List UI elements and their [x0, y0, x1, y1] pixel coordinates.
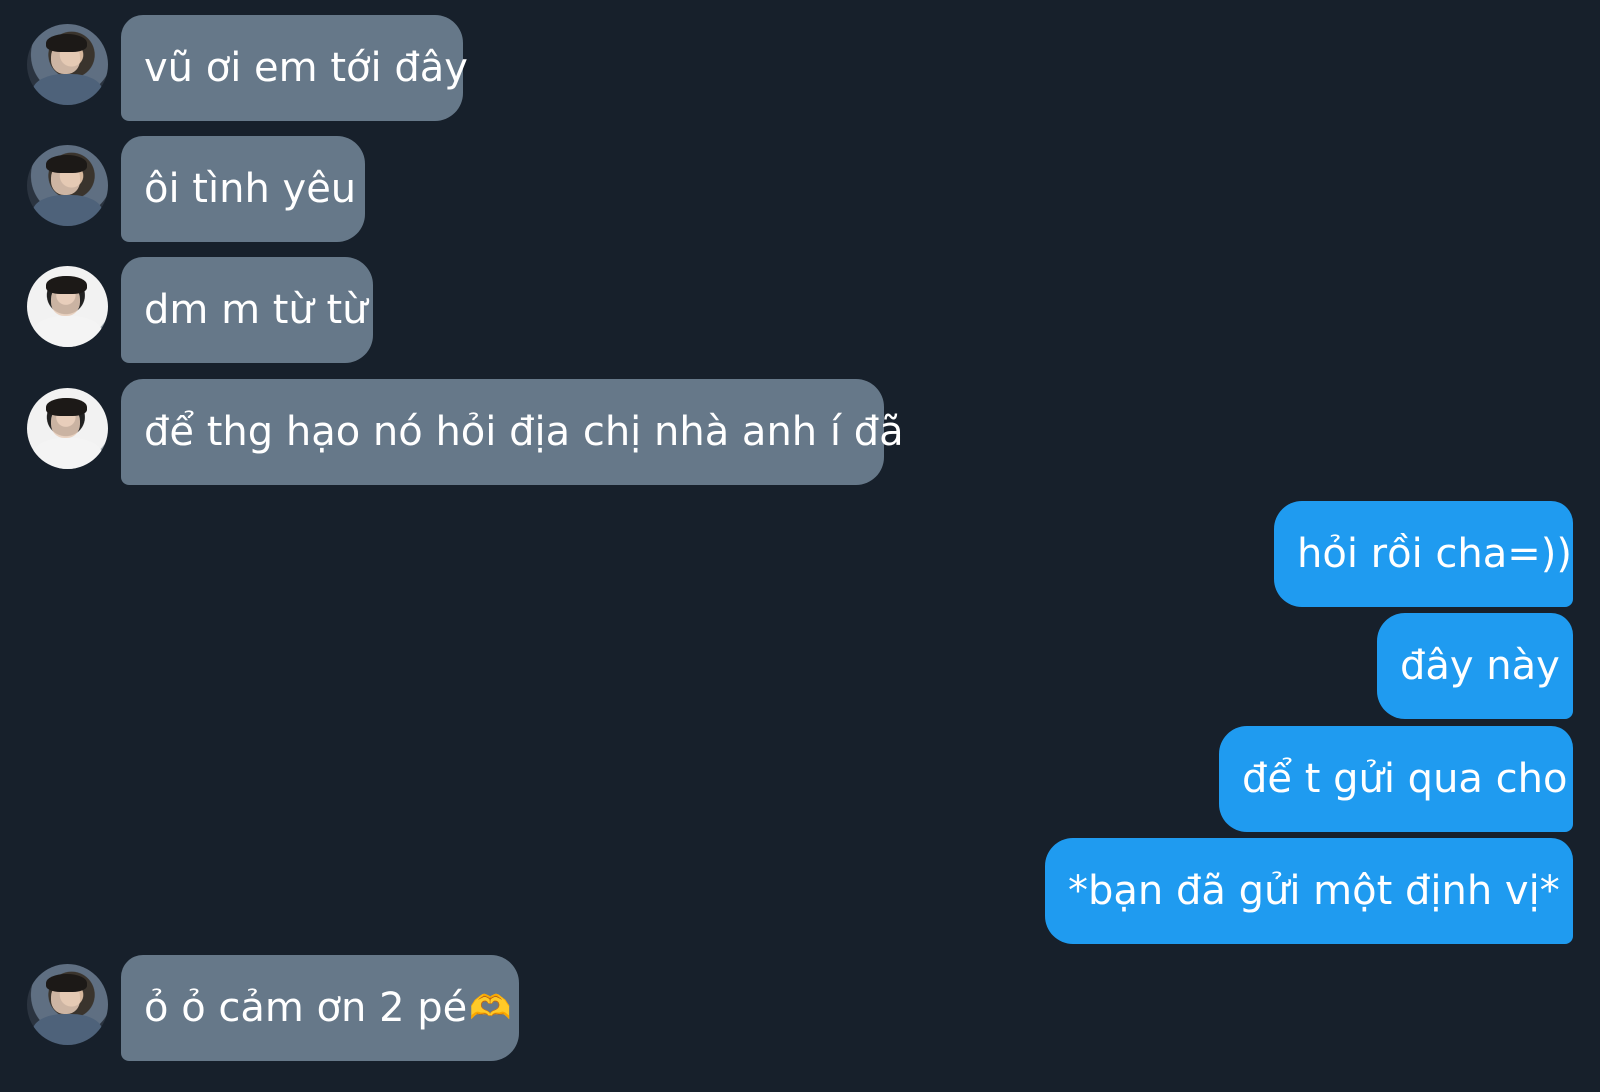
outgoing-message-bubble[interactable]: *bạn đã gửi một định vị*	[1045, 838, 1573, 944]
avatar-shirt	[33, 1014, 102, 1045]
avatar-shirt	[33, 438, 102, 469]
heart-hands-icon: 🫶	[469, 988, 512, 1028]
avatar[interactable]	[27, 145, 108, 226]
outgoing-message-bubble[interactable]: đây này	[1377, 613, 1573, 719]
message-text: vũ ơi em tới đây	[144, 45, 468, 91]
message-row: dm m từ từ	[0, 242, 1600, 363]
avatar-shirt	[33, 316, 102, 347]
message-text: hỏi rồi cha=))	[1297, 531, 1572, 577]
chat-thread: vũ ơi em tới đây ôi tình yêu dm m từ từ	[0, 0, 1600, 1092]
incoming-message-bubble[interactable]: vũ ơi em tới đây	[121, 15, 468, 121]
message-row: vũ ơi em tới đây	[0, 0, 1600, 121]
message-row: đây này	[0, 598, 1600, 719]
message-row: *bạn đã gửi một định vị*	[0, 823, 1600, 944]
avatar-shirt	[33, 74, 102, 105]
outgoing-message-bubble[interactable]: để t gửi qua cho	[1219, 726, 1573, 832]
incoming-message-bubble[interactable]: ỏ ỏ cảm ơn 2 pé 🫶	[121, 955, 519, 1061]
avatar-shirt	[33, 195, 102, 226]
message-row: hỏi rồi cha=))	[0, 486, 1600, 607]
avatar-hair	[46, 397, 87, 416]
incoming-message-bubble[interactable]: ôi tình yêu	[121, 136, 365, 242]
message-row: ôi tình yêu	[0, 121, 1600, 242]
avatar-hair	[46, 973, 87, 992]
message-row: ỏ ỏ cảm ơn 2 pé 🫶	[0, 940, 1600, 1061]
message-text: để thg hạo nó hỏi địa chị nhà anh í đã	[144, 409, 904, 455]
message-text: để t gửi qua cho	[1242, 756, 1568, 802]
avatar-hair	[46, 154, 87, 173]
avatar-hair	[46, 275, 87, 294]
avatar[interactable]	[27, 24, 108, 105]
message-row: để thg hạo nó hỏi địa chị nhà anh í đã	[0, 364, 1600, 485]
incoming-message-bubble[interactable]: dm m từ từ	[121, 257, 373, 363]
message-text: ôi tình yêu	[144, 166, 357, 212]
incoming-message-bubble[interactable]: để thg hạo nó hỏi địa chị nhà anh í đã	[121, 379, 904, 485]
message-text: *bạn đã gửi một định vị*	[1068, 868, 1560, 914]
message-row: để t gửi qua cho	[0, 711, 1600, 832]
avatar-hair	[46, 33, 87, 52]
avatar[interactable]	[27, 266, 108, 347]
avatar[interactable]	[27, 964, 108, 1045]
message-text: dm m từ từ	[144, 287, 368, 333]
avatar[interactable]	[27, 388, 108, 469]
message-text: ỏ ỏ cảm ơn 2 pé	[144, 985, 468, 1031]
outgoing-message-bubble[interactable]: hỏi rồi cha=))	[1274, 501, 1573, 607]
message-text: đây này	[1400, 643, 1560, 689]
